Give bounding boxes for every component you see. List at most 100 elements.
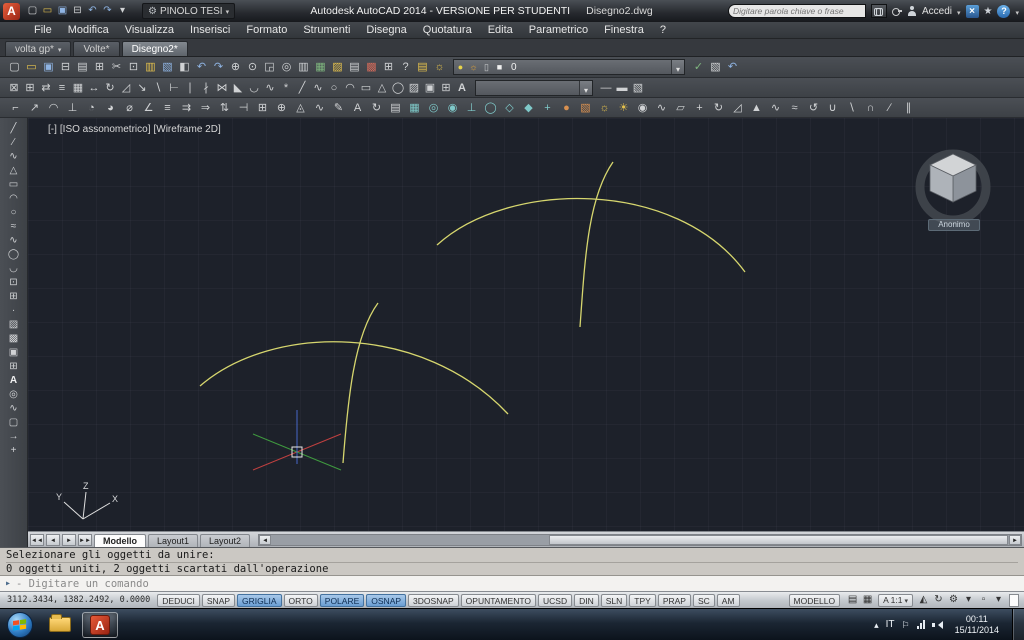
chevron-down-icon[interactable] [957, 2, 961, 20]
status-toggle-tpy[interactable]: TPY [629, 594, 656, 607]
annotation-visibility-icon[interactable]: ◭ [916, 592, 931, 608]
helix-icon[interactable]: ∿ [5, 402, 23, 416]
drawing-arc-4[interactable] [580, 162, 613, 327]
layer-dropdown[interactable]: ●☼▯■ 0 [453, 59, 685, 75]
network-icon[interactable] [917, 620, 925, 629]
horizontal-scrollbar[interactable]: ◄ ► [258, 534, 1022, 546]
chevron-down-icon[interactable] [1015, 2, 1019, 20]
make-object-layer-current-icon[interactable]: ✓ [690, 59, 707, 75]
menu-finestra[interactable]: Finestra [596, 22, 652, 39]
union-icon[interactable]: ∪ [823, 100, 842, 116]
status-menu-caret-icon[interactable]: ▾ [991, 592, 1006, 608]
rotate-3d-icon[interactable]: ↻ [709, 100, 728, 116]
plot-icon[interactable]: ⊟ [57, 59, 74, 75]
menu-edita[interactable]: Edita [480, 22, 521, 39]
table-icon[interactable]: ⊞ [5, 360, 23, 374]
table-icon[interactable]: ⊞ [438, 80, 454, 96]
workspace-gear-icon[interactable]: ⚙ [946, 592, 961, 608]
status-toggle-am[interactable]: AM [717, 594, 740, 607]
open-file-icon[interactable]: ▭ [23, 59, 40, 75]
layout-tab-layout1[interactable]: Layout1 [148, 534, 198, 547]
menu-parametrico[interactable]: Parametrico [521, 22, 596, 39]
dim-radius-icon[interactable]: ◔ [82, 100, 101, 116]
dim-edit-icon[interactable]: ✎ [329, 100, 348, 116]
layer-on-bulb-icon[interactable]: ● [454, 59, 467, 75]
named-views-icon[interactable]: ▦ [405, 100, 424, 116]
coordinates-readout[interactable]: 3112.3434, 1382.2492, 0.0000 [0, 595, 157, 605]
menu-modifica[interactable]: Modifica [60, 22, 117, 39]
redo-icon[interactable]: ↷ [210, 59, 227, 75]
copy-icon[interactable]: ⊞ [22, 80, 38, 96]
zoom-previous-icon[interactable]: ◎ [278, 59, 295, 75]
status-toggle-din[interactable]: DIN [574, 594, 599, 607]
viewport-menu-control[interactable]: [-] [48, 124, 57, 135]
status-toggle-griglia[interactable]: GRIGLIA [237, 594, 281, 607]
free-orbit-icon[interactable]: ◉ [443, 100, 462, 116]
status-toggle-ucsd[interactable]: UCSD [538, 594, 572, 607]
status-toggle-snap[interactable]: SNAP [202, 594, 235, 607]
section-plane-icon[interactable]: ▱ [671, 100, 690, 116]
layer-unlock-icon[interactable]: ▯ [480, 59, 493, 75]
gradient-icon[interactable]: ▩ [5, 332, 23, 346]
donut-icon[interactable]: ◎ [5, 388, 23, 402]
dim-jog-line-icon[interactable]: ∿ [310, 100, 329, 116]
annotation-autoscale-icon[interactable]: ↻ [931, 592, 946, 608]
markup-set-manager-icon[interactable]: ▩ [363, 59, 380, 75]
dim-break-icon[interactable]: ⊣ [234, 100, 253, 116]
favorites-star-icon[interactable]: ★ [984, 6, 993, 17]
model-space-canvas[interactable]: [-][ISO assonometrico][Wireframe 2D] X Y… [28, 118, 1024, 531]
start-button[interactable] [7, 612, 33, 638]
copy-clip-icon[interactable]: ⊡ [125, 59, 142, 75]
camera-icon[interactable]: ◉ [633, 100, 652, 116]
publish-icon[interactable]: ⊞ [91, 59, 108, 75]
drawing-arc-2[interactable] [343, 303, 378, 463]
lineweight-control-icon[interactable]: ▬ [614, 80, 630, 96]
status-toggle-3dosnap[interactable]: 3DOSNAP [408, 594, 459, 607]
layer-color-swatch-icon[interactable]: ■ [493, 59, 506, 75]
lights-icon[interactable]: ☼ [595, 100, 614, 116]
zoom-realtime-icon[interactable]: ⊙ [244, 59, 261, 75]
show-hidden-icons[interactable]: ▴ [874, 620, 879, 630]
annotation-scale-button[interactable]: A 1:1 [878, 594, 913, 607]
dim-aligned-icon[interactable]: ↗ [25, 100, 44, 116]
scroll-left-arrow-icon[interactable]: ◄ [259, 535, 271, 545]
dim-baseline-icon[interactable]: ⇉ [177, 100, 196, 116]
autocad-taskbar-button[interactable]: A [82, 612, 118, 638]
status-toggle-opuntamento[interactable]: OPUNTAMENTO [461, 594, 536, 607]
dim-arc-length-icon[interactable]: ◠ [44, 100, 63, 116]
save-icon[interactable]: ▣ [40, 59, 57, 75]
layer-match-icon[interactable]: ▧ [707, 59, 724, 75]
circle-icon[interactable]: ○ [5, 206, 23, 220]
menu-strumenti[interactable]: Strumenti [295, 22, 358, 39]
center-mark-icon[interactable]: ⊕ [272, 100, 291, 116]
drawing-arc-3[interactable] [437, 199, 745, 272]
rectangle-icon[interactable]: ▭ [358, 80, 374, 96]
thicken-icon[interactable]: ∥ [899, 100, 918, 116]
status-toggle-sc[interactable]: SC [693, 594, 715, 607]
tolerance-icon[interactable]: ⊞ [253, 100, 272, 116]
region-icon[interactable]: ▣ [422, 80, 438, 96]
workspace-caret-icon[interactable]: ▾ [961, 592, 976, 608]
scrollbar-thumb[interactable] [549, 535, 1008, 545]
search-button[interactable] [871, 4, 887, 18]
new-file-icon[interactable]: ▢ [6, 59, 23, 75]
cut-icon[interactable]: ✂ [108, 59, 125, 75]
undo-icon[interactable]: ↶ [193, 59, 210, 75]
open-file-icon[interactable]: ▭ [40, 3, 55, 19]
dim-jogged-icon[interactable]: ◕ [101, 100, 120, 116]
region-icon[interactable]: ▣ [5, 346, 23, 360]
sign-in-button[interactable]: Accedi [922, 6, 952, 17]
layer-thaw-sun-icon[interactable]: ☼ [467, 59, 480, 75]
ellipse-icon[interactable]: ◯ [5, 248, 23, 262]
zoom-window-icon[interactable]: ◲ [261, 59, 278, 75]
menu-inserisci[interactable]: Inserisci [182, 22, 238, 39]
dim-ordinate-icon[interactable]: ⊥ [63, 100, 82, 116]
match-properties-icon[interactable]: ▧ [159, 59, 176, 75]
erase-icon[interactable]: ⊠ [6, 80, 22, 96]
wipeout-icon[interactable]: ▢ [5, 416, 23, 430]
ucs-object-icon[interactable]: ◆ [519, 100, 538, 116]
offset-icon[interactable]: ≡ [54, 80, 70, 96]
viewport-visual-style-control[interactable]: [Wireframe 2D] [153, 124, 220, 135]
status-toggle-polare[interactable]: POLARE [320, 594, 365, 607]
dim-linear-icon[interactable]: ⌐ [6, 100, 25, 116]
